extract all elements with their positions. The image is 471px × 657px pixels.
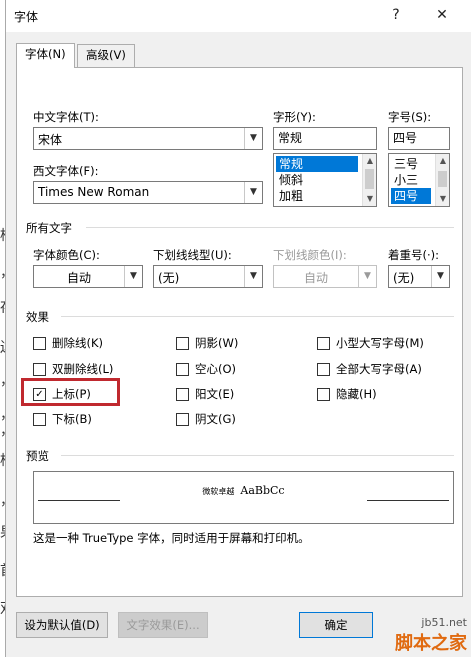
section-divider: [61, 455, 454, 456]
all-text-section-title: 所有文字: [26, 221, 72, 235]
font-size-list[interactable]: 三号 小三 四号 ▲ ▼: [388, 153, 450, 207]
checkbox-box[interactable]: [317, 337, 330, 350]
chevron-down-icon[interactable]: ▼: [431, 266, 449, 287]
font-type-note: 这是一种 TrueType 字体，同时适用于屏幕和打印机。: [33, 531, 310, 545]
preview-sample-cn: 微软卓越: [202, 487, 235, 496]
site-watermark: jb51.net 脚本之家: [395, 616, 467, 655]
checkbox-label: 小型大写字母(M): [336, 336, 424, 350]
preview-box: 微软卓越 AaBbCc: [33, 471, 454, 524]
dialog-title: 字体: [14, 10, 39, 24]
font-style-list[interactable]: 常规 倾斜 加粗 ▲ ▼: [273, 153, 377, 207]
font-size-option[interactable]: 三号: [391, 156, 431, 172]
baseline-left: [38, 500, 120, 501]
superscript-highlight-box: [21, 378, 120, 406]
checkbox-label: 删除线(K): [52, 336, 104, 350]
emphasis-value: (无): [393, 271, 415, 285]
font-size-input[interactable]: 四号: [388, 127, 450, 150]
font-style-scrollbar[interactable]: ▲ ▼: [362, 154, 376, 206]
close-button[interactable]: ✕: [429, 4, 455, 26]
western-font-combo[interactable]: Times New Roman ▼: [33, 181, 263, 204]
checkbox-box[interactable]: [176, 388, 189, 401]
underline-color-label: 下划线颜色(I):: [273, 248, 347, 262]
chevron-down-icon[interactable]: ▼: [244, 128, 262, 149]
font-size-label: 字号(S):: [388, 110, 432, 124]
preview-sample: 微软卓越 AaBbCc: [34, 484, 453, 497]
checkbox-box[interactable]: [33, 363, 46, 376]
font-style-input[interactable]: 常规: [273, 127, 377, 150]
chevron-down-icon[interactable]: ▼: [244, 182, 262, 203]
underline-color-combo: 自动 ▼: [273, 265, 377, 288]
scroll-down-icon[interactable]: ▼: [436, 192, 450, 206]
checkbox-label: 隐藏(H): [336, 387, 377, 401]
font-style-option[interactable]: 倾斜: [276, 172, 358, 188]
set-default-button[interactable]: 设为默认值(D): [16, 612, 108, 638]
effects-section-title: 效果: [26, 310, 49, 324]
font-size-scrollbar[interactable]: ▲ ▼: [435, 154, 449, 206]
watermark-site: jb51.net: [421, 616, 467, 629]
underline-color-value: 自动: [303, 271, 328, 285]
scroll-up-icon[interactable]: ▲: [363, 154, 377, 168]
scroll-thumb[interactable]: [365, 169, 374, 189]
checkbox-label: 阴文(G): [195, 412, 236, 426]
preview-sample-en: AaBbCc: [240, 484, 285, 497]
font-style-label: 字形(Y):: [273, 110, 316, 124]
scroll-thumb[interactable]: [438, 171, 447, 187]
western-font-label: 西文字体(F):: [33, 164, 99, 178]
text-effects-button: 文字效果(E)...: [118, 612, 208, 638]
underline-type-value: (无): [158, 271, 180, 285]
chinese-font-combo[interactable]: 宋体 ▼: [33, 127, 263, 150]
checkbox-label: 空心(O): [195, 362, 237, 376]
checkbox-label: 阴影(W): [195, 336, 239, 350]
font-style-option[interactable]: 常规: [276, 156, 358, 172]
checkbox-box[interactable]: [317, 363, 330, 376]
checkbox-box[interactable]: [176, 363, 189, 376]
checkbox-box[interactable]: [33, 337, 46, 350]
chevron-down-icon: ▼: [358, 266, 376, 287]
tab-advanced[interactable]: 高级(V): [77, 44, 135, 67]
ok-button[interactable]: 确定: [299, 612, 373, 638]
checkbox-label: 下标(B): [52, 412, 92, 426]
emphasis-label: 着重号(·):: [388, 248, 440, 262]
help-button[interactable]: ?: [383, 4, 409, 26]
font-style-option[interactable]: 加粗: [276, 188, 358, 204]
chinese-font-value: 宋体: [38, 133, 63, 147]
font-size-option[interactable]: 四号: [391, 188, 431, 204]
font-color-value: 自动: [66, 271, 91, 285]
preview-section-title: 预览: [26, 449, 49, 463]
watermark-name: 脚本之家: [395, 633, 467, 654]
font-dialog: 字体 ? ✕ 字体(N) 高级(V) 中文字体(T): 宋体 ▼ 西文字体(F)…: [5, 0, 471, 657]
section-divider: [61, 316, 454, 317]
title-bar: 字体 ? ✕: [6, 0, 471, 32]
underline-type-combo[interactable]: (无) ▼: [153, 265, 263, 288]
tab-font[interactable]: 字体(N): [16, 43, 75, 68]
font-size-option[interactable]: 小三: [391, 172, 431, 188]
checkbox-label: 全部大写字母(A): [336, 362, 422, 376]
checkbox-label: 双删除线(L): [52, 362, 114, 376]
checkbox-box[interactable]: [176, 413, 189, 426]
baseline-right: [367, 500, 449, 501]
checkbox-box[interactable]: [176, 337, 189, 350]
chevron-down-icon[interactable]: ▼: [244, 266, 262, 287]
font-color-label: 字体颜色(C):: [33, 248, 100, 262]
chevron-down-icon[interactable]: ▼: [124, 266, 142, 287]
checkbox-box[interactable]: [33, 413, 46, 426]
western-font-value: Times New Roman: [38, 185, 150, 199]
font-color-combo[interactable]: 自动 ▼: [33, 265, 143, 288]
emphasis-combo[interactable]: (无) ▼: [388, 265, 450, 288]
scroll-up-icon[interactable]: ▲: [436, 154, 450, 168]
checkbox-label: 阳文(E): [195, 387, 235, 401]
underline-type-label: 下划线线型(U):: [153, 248, 232, 262]
section-divider: [86, 227, 454, 228]
scroll-down-icon[interactable]: ▼: [363, 192, 377, 206]
chinese-font-label: 中文字体(T):: [33, 110, 99, 124]
checkbox-box[interactable]: [317, 388, 330, 401]
